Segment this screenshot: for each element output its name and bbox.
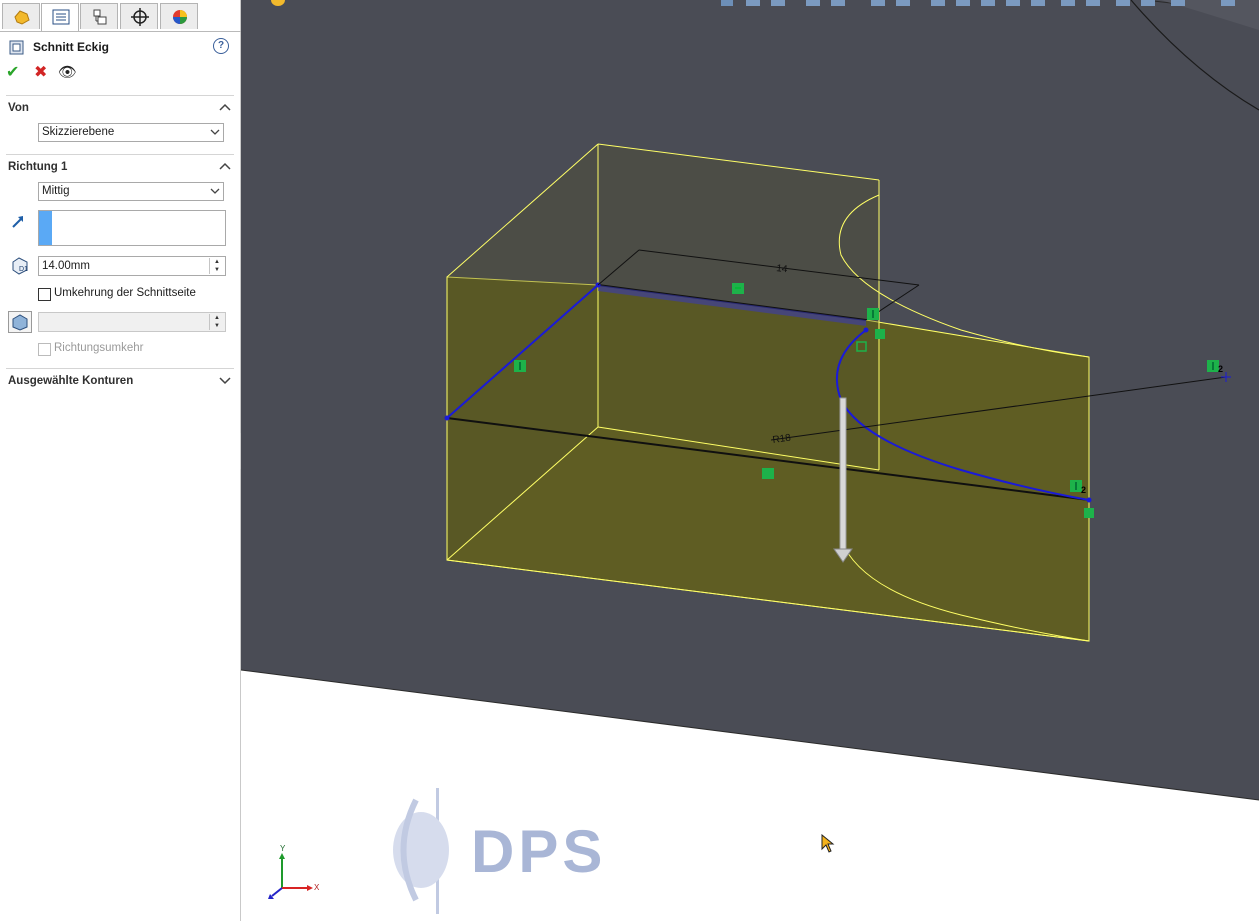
section-separator [6,368,234,369]
cancel-button[interactable]: ✖ [34,64,47,82]
feature-manager-icon [14,10,30,25]
flip-side-label: Umkehrung der Schnittseite [54,287,196,299]
tab-configuration-manager[interactable] [80,3,118,29]
dimension-label-14[interactable]: 14 [776,263,789,275]
chevron-up-icon[interactable] [218,101,232,115]
section-separator [6,95,234,96]
view-tool-icon [746,0,760,6]
reverse-direction-icon[interactable] [10,214,26,230]
panel-title: Schnitt Eckig [33,40,110,54]
relation-number: 2 [1218,364,1223,374]
chevron-down-icon [210,188,220,194]
action-buttons: ✔ ✖ 👁 [6,64,86,82]
section-richtung1-title: Richtung 1 [8,161,68,173]
tab-dimxpert-manager[interactable] [120,3,158,29]
axis-triad-icon [268,853,313,899]
end-condition-select[interactable]: Mittig [38,182,224,201]
depth-input[interactable]: 14.00mm ▲ ▼ [38,256,226,276]
manager-tabs [0,3,241,32]
view-tool-icon [956,0,970,6]
view-tool-icon [1171,0,1185,6]
configuration-manager-icon [93,9,107,25]
end-condition-value: Mittig [42,185,70,197]
feature-icon[interactable] [268,0,288,7]
view-tool-icon [931,0,945,6]
direction-selection-box[interactable] [38,210,226,246]
view-tool-icon [1006,0,1020,6]
ok-button[interactable]: ✔ [6,64,19,82]
section-von-header[interactable]: Von [8,102,234,118]
help-icon[interactable]: ? [213,38,229,54]
watermark-text: DPS [471,818,606,885]
dps-logo-watermark [393,788,449,914]
triad-y-label: Y [280,844,286,853]
view-tool-icon [1061,0,1075,6]
view-tool-icon [896,0,910,6]
preview-eye-icon[interactable]: 👁 [58,64,77,82]
tab-property-manager[interactable] [41,3,79,31]
draft-angle-input[interactable]: ▲ ▼ [38,312,226,332]
property-manager-icon [52,9,70,25]
direction-reverse-label: Richtungsumkehr [54,342,144,354]
view-tool-icon [981,0,995,6]
display-manager-icon [173,10,187,24]
triad-x-label: X [314,883,320,892]
section-separator [6,154,234,155]
reference-triad: Y X [262,842,332,902]
tab-display-manager[interactable] [160,3,198,29]
checkbox-box[interactable] [38,288,51,301]
property-manager-panel: Schnitt Eckig ? ✔ ✖ 👁 Von Skizzierebene … [0,0,241,921]
chevron-down-icon [210,129,220,135]
von-selected-value: Skizzierebene [42,126,115,138]
depth-spinner[interactable]: ▲ ▼ [209,258,224,274]
selection-focus-indicator [39,211,52,245]
view-tool-icon [871,0,885,6]
view-tool-icon [1031,0,1045,6]
view-tool-icon [1221,0,1235,6]
relation-number: 2 [1081,485,1086,495]
heads-up-view-toolbar[interactable] [721,0,1251,8]
chevron-up-icon[interactable] [218,160,232,174]
view-tool-icon [721,0,733,6]
mouse-cursor-icon [821,834,835,853]
section-richtung1-header[interactable]: Richtung 1 [8,161,234,177]
von-start-condition-select[interactable]: Skizzierebene [38,123,224,142]
draft-spinner[interactable]: ▲ ▼ [209,314,224,330]
section-contours-header[interactable]: Ausgewählte Konturen [8,375,234,391]
graphics-area[interactable]: 14 R18 2 2 DPS [241,0,1259,921]
depth-value: 14.00mm [42,260,90,272]
view-tool-icon [831,0,845,6]
svg-text:D1: D1 [19,266,28,273]
tab-feature-manager[interactable] [2,3,40,29]
model-scene: 14 R18 2 2 DPS [241,0,1259,914]
dimxpert-manager-icon [131,8,149,26]
checkbox-box[interactable] [38,343,51,356]
view-tool-icon [771,0,785,6]
view-tool-icon [1141,0,1155,6]
depth-dimension-icon: D1 [12,257,28,275]
chevron-down-icon[interactable] [218,374,232,388]
section-von-title: Von [8,102,29,114]
feature-title-row: Schnitt Eckig ? [8,37,233,57]
view-tool-icon [1086,0,1100,6]
section-contours-title: Ausgewählte Konturen [8,375,134,387]
view-tool-icon [806,0,820,6]
view-tool-icon [1116,0,1130,6]
draft-icon[interactable] [8,311,32,333]
cut-extrude-icon [9,40,24,55]
